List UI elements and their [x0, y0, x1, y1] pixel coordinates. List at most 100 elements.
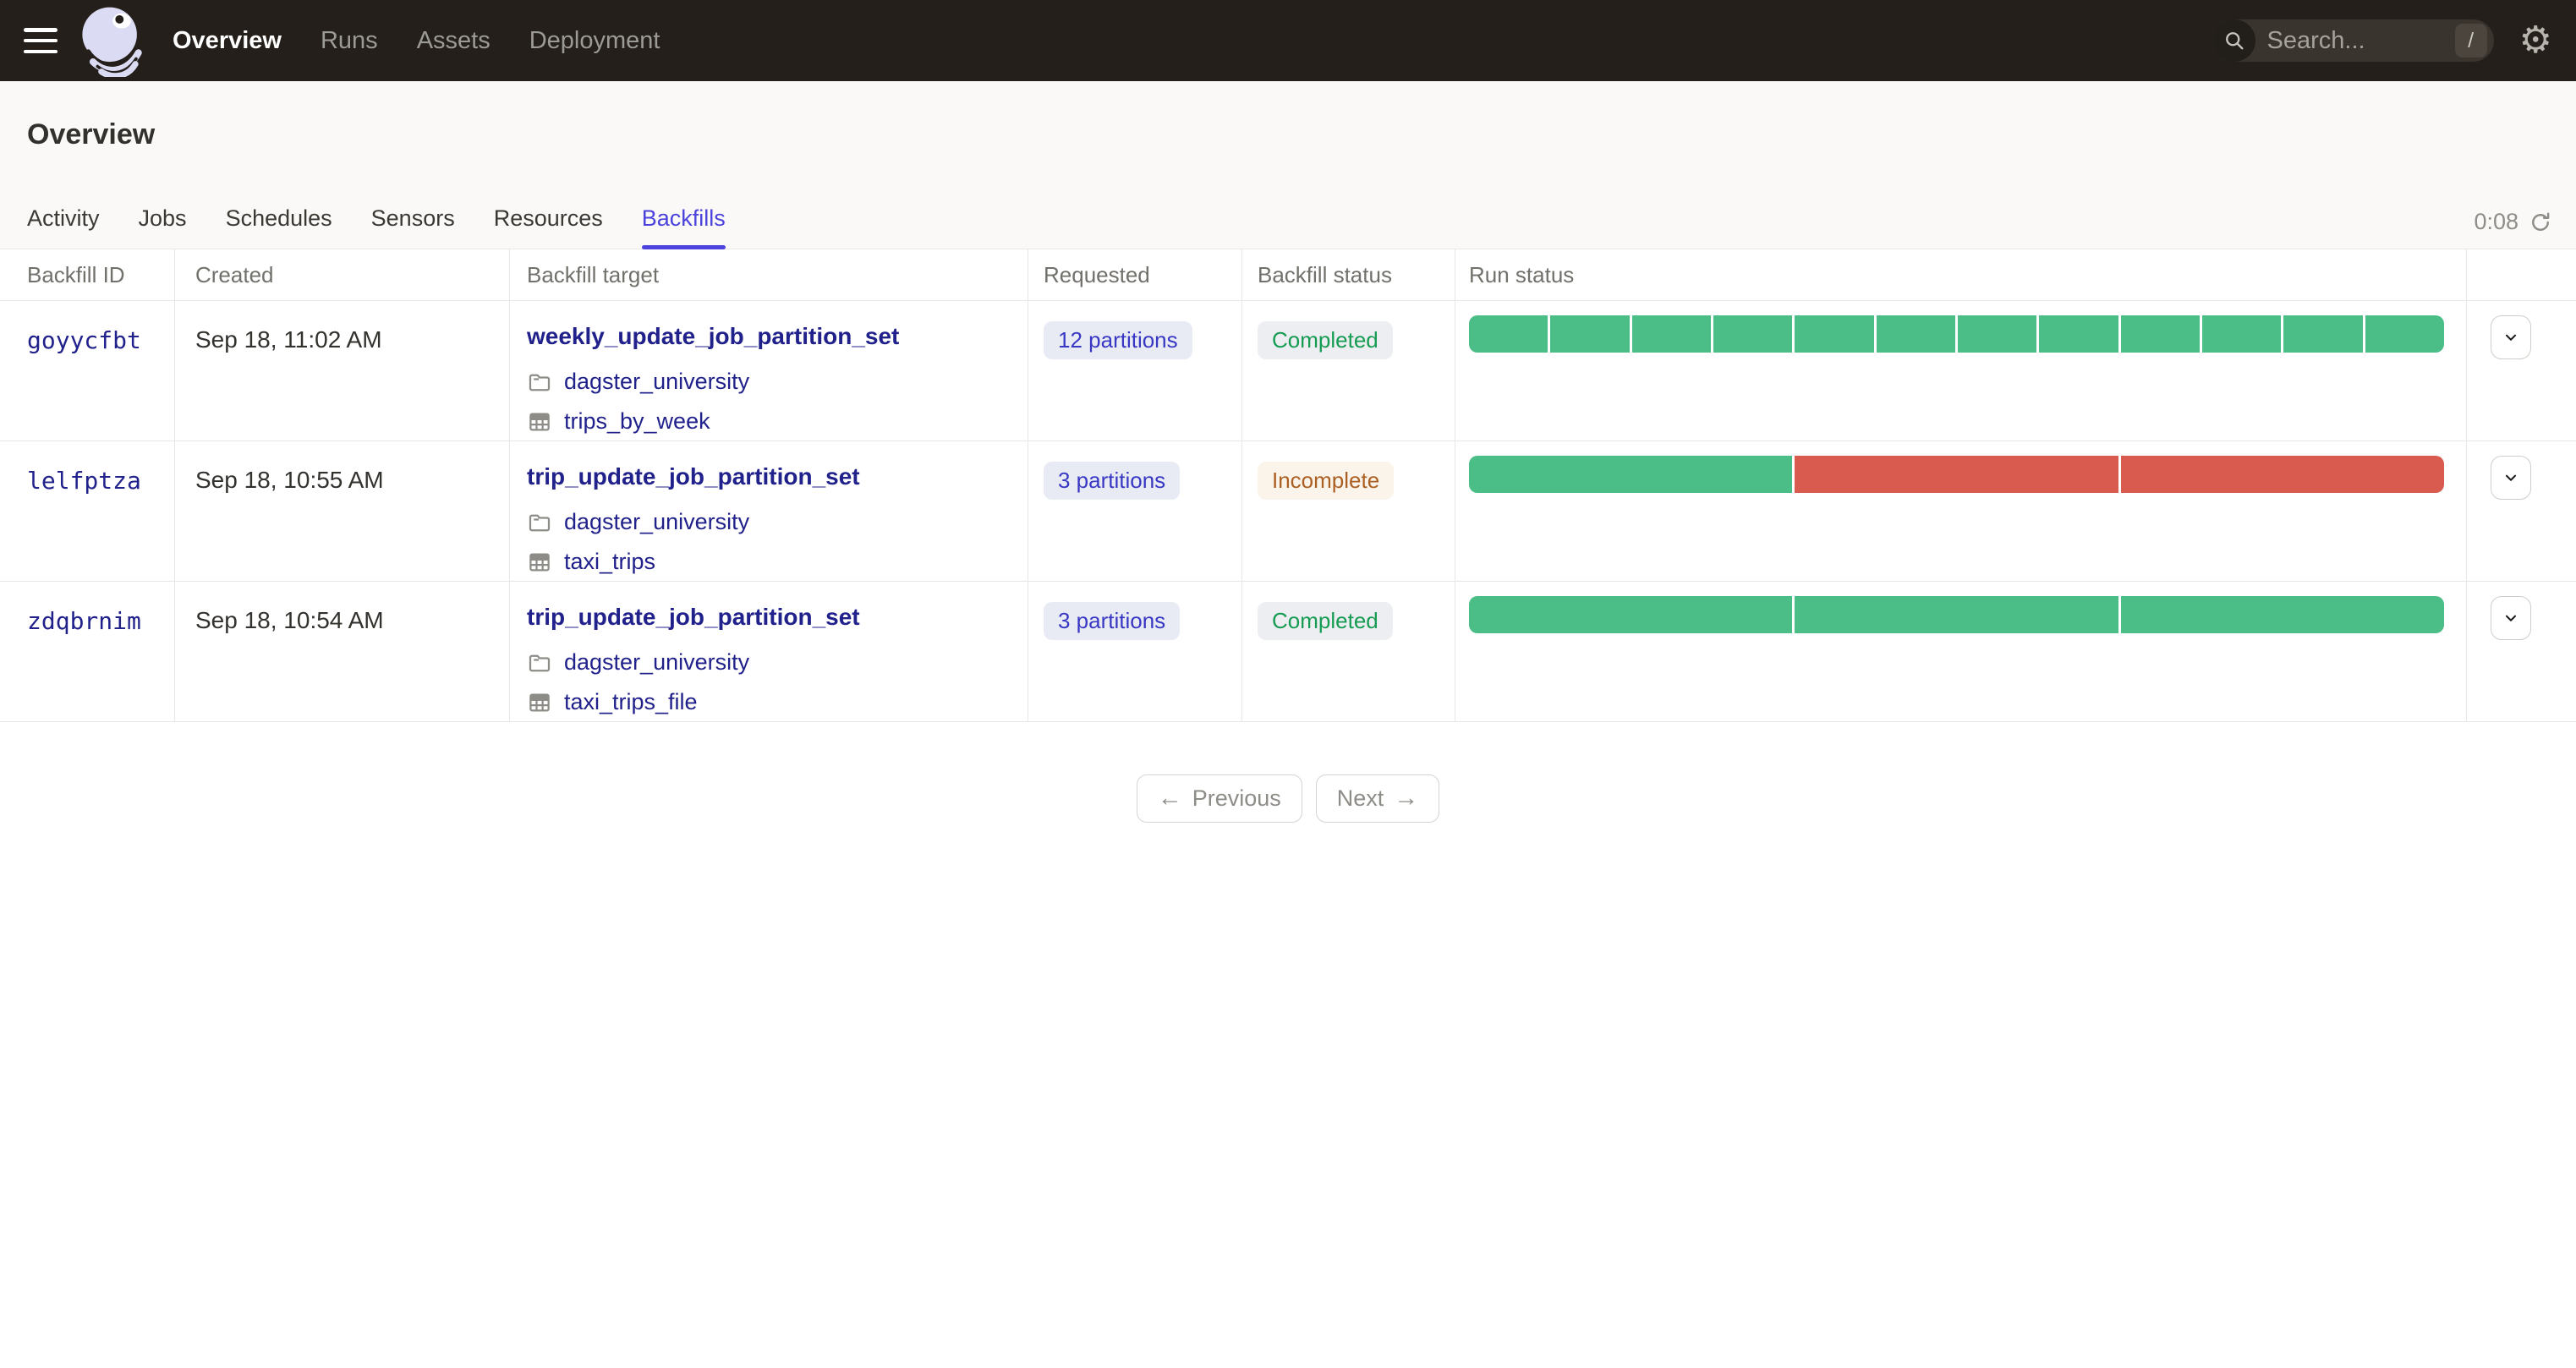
run-status-segment-success[interactable]: [2365, 315, 2444, 353]
code-location-link[interactable]: dagster_university: [564, 649, 749, 676]
arrow-left-icon: ←: [1157, 785, 1182, 812]
backfill-id-link[interactable]: lelfptza: [27, 467, 141, 495]
gear-icon[interactable]: ⚙: [2519, 22, 2552, 59]
backfill-target-link[interactable]: trip_update_job_partition_set: [527, 463, 860, 490]
tab-schedules[interactable]: Schedules: [226, 205, 332, 249]
table-header-row: Backfill ID Created Backfill target Requ…: [0, 249, 2576, 301]
arrow-right-icon: →: [1394, 785, 1419, 812]
search-placeholder: Search...: [2266, 26, 2365, 54]
column-header-run-status: Run status: [1455, 249, 2466, 300]
refresh-countdown: 0:08: [2474, 209, 2518, 234]
run-status-segment-success[interactable]: [1713, 315, 1793, 353]
table-row: zdqbrnim Sep 18, 10:54 AM trip_update_jo…: [0, 582, 2576, 722]
asset-table-icon: [529, 693, 550, 711]
column-header-requested: Requested: [1028, 249, 1241, 300]
run-status-segment-success[interactable]: [1550, 315, 1630, 353]
page-title: Overview: [27, 118, 156, 150]
run-status-bar: [1469, 315, 2444, 353]
column-header-backfill-target: Backfill target: [509, 249, 1028, 300]
backfill-id-link[interactable]: zdqbrnim: [27, 607, 141, 635]
table-row: lelfptza Sep 18, 10:55 AM trip_update_jo…: [0, 441, 2576, 582]
requested-partitions-tag[interactable]: 12 partitions: [1044, 321, 1192, 359]
chevron-down-icon: [2505, 474, 2517, 481]
run-status-segment-success[interactable]: [1469, 596, 1793, 633]
search-shortcut-badge: /: [2454, 24, 2487, 57]
backfill-target-link[interactable]: trip_update_job_partition_set: [527, 604, 860, 631]
topnav-item-runs[interactable]: Runs: [321, 27, 378, 55]
chevron-down-icon: [2505, 615, 2517, 621]
backfill-status-badge: Completed: [1258, 602, 1393, 640]
run-status-segment-success[interactable]: [1795, 315, 1874, 353]
refresh-icon[interactable]: [2529, 211, 2552, 234]
backfill-status-badge: Completed: [1258, 321, 1393, 359]
column-header-actions: [2466, 249, 2576, 300]
created-timestamp: Sep 18, 10:54 AM: [195, 607, 384, 633]
table-row: goyycfbt Sep 18, 11:02 AM weekly_update_…: [0, 301, 2576, 441]
tab-resources[interactable]: Resources: [494, 205, 603, 249]
next-page-button[interactable]: Next →: [1315, 774, 1440, 823]
asset-link[interactable]: taxi_trips: [564, 549, 655, 575]
asset-link[interactable]: taxi_trips_file: [564, 689, 698, 715]
pagination: ← Previous Next →: [0, 774, 2576, 823]
tab-sensors[interactable]: Sensors: [371, 205, 455, 249]
run-status-segment-success[interactable]: [1957, 315, 2037, 353]
dagster-logo[interactable]: [78, 4, 151, 77]
auto-refresh: 0:08: [2474, 209, 2552, 249]
previous-page-button[interactable]: ← Previous: [1136, 774, 1302, 823]
run-status-bar: [1469, 596, 2444, 633]
tab-jobs[interactable]: Jobs: [139, 205, 187, 249]
top-navigation-bar: Overview Runs Assets Deployment Search..…: [0, 0, 2576, 81]
folder-icon: [529, 514, 551, 531]
overview-tabs: Activity Jobs Schedules Sensors Resource…: [27, 205, 726, 249]
row-expand-button[interactable]: [2491, 596, 2531, 640]
run-status-segment-success[interactable]: [2039, 315, 2118, 353]
run-status-segment-success[interactable]: [2120, 596, 2444, 633]
column-header-backfill-status: Backfill status: [1241, 249, 1455, 300]
row-expand-button[interactable]: [2491, 456, 2531, 500]
topnav-item-overview[interactable]: Overview: [173, 27, 282, 55]
code-location-link[interactable]: dagster_university: [564, 369, 749, 395]
row-expand-button[interactable]: [2491, 315, 2531, 359]
column-header-backfill-id: Backfill ID: [27, 261, 125, 287]
column-header-created: Created: [174, 249, 509, 300]
tab-activity[interactable]: Activity: [27, 205, 100, 249]
run-status-segment-success[interactable]: [2201, 315, 2282, 353]
requested-partitions-tag[interactable]: 3 partitions: [1044, 462, 1181, 500]
asset-table-icon: [529, 553, 550, 571]
topnav-item-assets[interactable]: Assets: [417, 27, 491, 55]
folder-icon: [529, 374, 551, 391]
backfill-id-link[interactable]: goyycfbt: [27, 326, 141, 354]
backfill-status-badge: Incomplete: [1258, 462, 1395, 500]
requested-partitions-tag[interactable]: 3 partitions: [1044, 602, 1181, 640]
run-status-segment-success[interactable]: [1876, 315, 1955, 353]
run-status-segment-failure[interactable]: [2120, 456, 2444, 493]
tab-backfills[interactable]: Backfills: [641, 205, 726, 249]
run-status-segment-success[interactable]: [1631, 315, 1711, 353]
run-status-segment-success[interactable]: [2283, 315, 2363, 353]
run-status-segment-success[interactable]: [1795, 596, 2118, 633]
search-input[interactable]: Search... /: [2212, 19, 2494, 62]
run-status-segment-success[interactable]: [2120, 315, 2200, 353]
run-status-segment-success[interactable]: [1469, 456, 1793, 493]
top-nav: Overview Runs Assets Deployment: [173, 27, 660, 55]
previous-label: Previous: [1192, 785, 1281, 811]
backfill-target-link[interactable]: weekly_update_job_partition_set: [527, 323, 899, 350]
asset-table-icon: [529, 413, 550, 430]
asset-link[interactable]: trips_by_week: [564, 408, 710, 435]
created-timestamp: Sep 18, 11:02 AM: [195, 326, 382, 353]
run-status-segment-failure[interactable]: [1795, 456, 2118, 493]
topbar-right: Search... / ⚙: [2212, 19, 2552, 62]
topnav-item-deployment[interactable]: Deployment: [529, 27, 660, 55]
created-timestamp: Sep 18, 10:55 AM: [195, 467, 384, 493]
run-status-bar: [1469, 456, 2444, 493]
code-location-link[interactable]: dagster_university: [564, 509, 749, 535]
tabs-row: Activity Jobs Schedules Sensors Resource…: [0, 205, 2576, 249]
run-status-segment-success[interactable]: [1469, 315, 1548, 353]
backfills-table: Backfill ID Created Backfill target Requ…: [0, 249, 2576, 722]
search-icon: [2212, 19, 2255, 62]
folder-icon: [529, 654, 551, 671]
hamburger-menu-icon[interactable]: [24, 28, 58, 53]
next-label: Next: [1336, 785, 1384, 811]
page-header: Overview Activity Jobs Schedules Sensors…: [0, 81, 2576, 249]
chevron-down-icon: [2505, 334, 2517, 341]
